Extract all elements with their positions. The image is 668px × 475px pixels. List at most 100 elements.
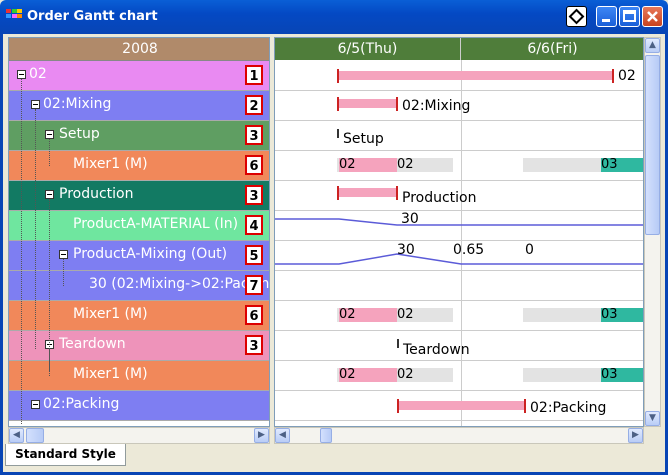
tree-connector — [35, 109, 36, 349]
tree-connector — [49, 199, 50, 371]
resource-chip[interactable]: 03 — [601, 368, 643, 382]
scroll-right-button[interactable]: ▶ — [254, 428, 269, 443]
tree-row-label: Mixer1 (M) — [73, 366, 148, 382]
tree-connector — [63, 259, 64, 286]
gantt-row: Setup — [275, 121, 643, 151]
tree-row-label: Mixer1 (M) — [73, 306, 148, 322]
scroll-up-button[interactable]: ▲ — [645, 38, 660, 53]
gantt-bar-start — [337, 69, 339, 83]
tree-row[interactable]: 02:Mixing 2 — [9, 91, 269, 121]
tree-row-label: Teardown — [59, 336, 126, 352]
gantt-bar-end — [396, 186, 398, 200]
gantt-bar-start — [337, 97, 339, 111]
gantt-bar-end — [396, 97, 398, 111]
horizontal-scroll-thumb[interactable] — [320, 428, 332, 443]
gantt-bar[interactable] — [339, 71, 613, 80]
gantt-bar-label: Setup — [343, 131, 384, 147]
resource-chip-label: 02 — [397, 367, 414, 382]
resource-chip[interactable]: 02 — [339, 368, 397, 382]
scroll-right-button[interactable]: ▶ — [628, 428, 643, 443]
gantt-bar[interactable] — [339, 188, 397, 197]
tree-pane[interactable]: 2008 02 1 02:Mixing 2 Setup 3 Mixer1 (M)… — [8, 37, 270, 427]
row-level-badge: 3 — [245, 125, 263, 145]
inventory-value: 0 — [525, 242, 534, 258]
tree-horizontal-scrollbar[interactable]: ◀ ▶ — [8, 427, 270, 444]
vertical-scroll-thumb[interactable] — [645, 55, 660, 235]
collapse-icon[interactable] — [59, 250, 68, 259]
tree-row[interactable]: 02 1 — [9, 61, 269, 91]
gantt-horizontal-scrollbar[interactable]: ◀ ▶ — [274, 427, 644, 444]
row-level-badge: 6 — [245, 155, 263, 175]
window-title: Order Gantt chart — [27, 9, 158, 24]
gantt-bar-label: 02:Packing — [530, 400, 607, 416]
resource-chip[interactable]: 03 — [601, 308, 643, 322]
resource-chip[interactable]: 03 — [601, 158, 643, 172]
gantt-row: 30 — [275, 211, 643, 241]
scroll-down-button[interactable]: ▼ — [645, 411, 660, 426]
tree-connector — [21, 79, 22, 424]
row-level-badge: 2 — [245, 95, 263, 115]
day-header: 6/6(Fri) — [461, 38, 643, 60]
tab-standard-style[interactable]: Standard Style — [5, 444, 126, 466]
maximize-icon — [623, 10, 636, 22]
tree-row-label: 30 (02:Mixing->02:Packing) — [89, 276, 270, 292]
gantt-row: 02 02 03 — [275, 301, 643, 331]
gantt-row — [275, 271, 643, 301]
gantt-bar-start — [337, 186, 339, 200]
minimize-icon — [602, 19, 610, 22]
diamond-icon — [568, 8, 585, 25]
collapse-icon[interactable] — [31, 100, 40, 109]
gantt-row: 02 02 03 — [275, 361, 643, 391]
row-level-badge: 3 — [245, 185, 263, 205]
gantt-row: 02:Packing — [275, 391, 643, 421]
collapse-icon[interactable] — [17, 70, 26, 79]
tree-row[interactable]: 02:Packing — [9, 391, 269, 421]
row-level-badge: 7 — [245, 275, 263, 295]
horizontal-scroll-thumb[interactable] — [26, 428, 44, 443]
gantt-row: 02 02 03 — [275, 151, 643, 181]
gantt-bar-end — [612, 69, 614, 83]
vertical-scrollbar[interactable]: ▲ ▼ — [644, 37, 661, 427]
day-header: 6/5(Thu) — [275, 38, 461, 60]
close-button[interactable] — [642, 6, 663, 27]
gantt-bar-label: Production — [402, 190, 477, 206]
diamond-nav-button[interactable] — [566, 6, 587, 27]
minimize-button[interactable] — [596, 6, 617, 27]
tree-connector — [49, 139, 50, 166]
tree-row-label: ProductA-MATERIAL (In) — [73, 216, 239, 232]
close-icon — [647, 11, 658, 22]
collapse-icon[interactable] — [45, 190, 54, 199]
resource-chip-label: 02 — [397, 307, 414, 322]
maximize-button[interactable] — [619, 6, 640, 27]
tree-connector — [49, 349, 50, 376]
gantt-bar-label: 02 — [618, 68, 636, 84]
collapse-icon[interactable] — [31, 400, 40, 409]
tree-row-label: 02:Mixing — [43, 96, 112, 112]
setup-marker — [337, 129, 339, 138]
gantt-bar[interactable] — [339, 99, 397, 108]
tree-row-label: Mixer1 (M) — [73, 156, 148, 172]
row-level-badge: 4 — [245, 215, 263, 235]
row-level-badge: 5 — [245, 245, 263, 265]
tree-row-label: 02:Packing — [43, 396, 120, 412]
gantt-bar[interactable] — [399, 401, 525, 410]
inventory-value: 0.65 — [453, 242, 485, 258]
tree-row-label: ProductA-Mixing (Out) — [73, 246, 228, 262]
tree-row-label: 02 — [29, 66, 47, 82]
gantt-bar-start — [397, 399, 399, 413]
gantt-pane[interactable]: 6/5(Thu) 6/6(Fri) 02 02:Mixing Setup 02 … — [274, 37, 644, 427]
year-header: 2008 — [9, 38, 269, 61]
scroll-left-button[interactable]: ◀ — [275, 428, 290, 443]
gantt-bar-label: Teardown — [403, 342, 470, 358]
row-level-badge: 3 — [245, 335, 263, 355]
resource-chip[interactable]: 02 — [339, 308, 397, 322]
collapse-icon[interactable] — [45, 130, 54, 139]
scroll-left-button[interactable]: ◀ — [9, 428, 24, 443]
gantt-row: Teardown — [275, 331, 643, 361]
row-level-badge: 1 — [245, 65, 263, 85]
title-bar: Order Gantt chart — [0, 0, 668, 34]
gantt-row: 30 0.65 0 — [275, 241, 643, 271]
resource-chip[interactable]: 02 — [339, 158, 397, 172]
app-icon — [6, 9, 22, 18]
teardown-marker — [397, 339, 399, 348]
